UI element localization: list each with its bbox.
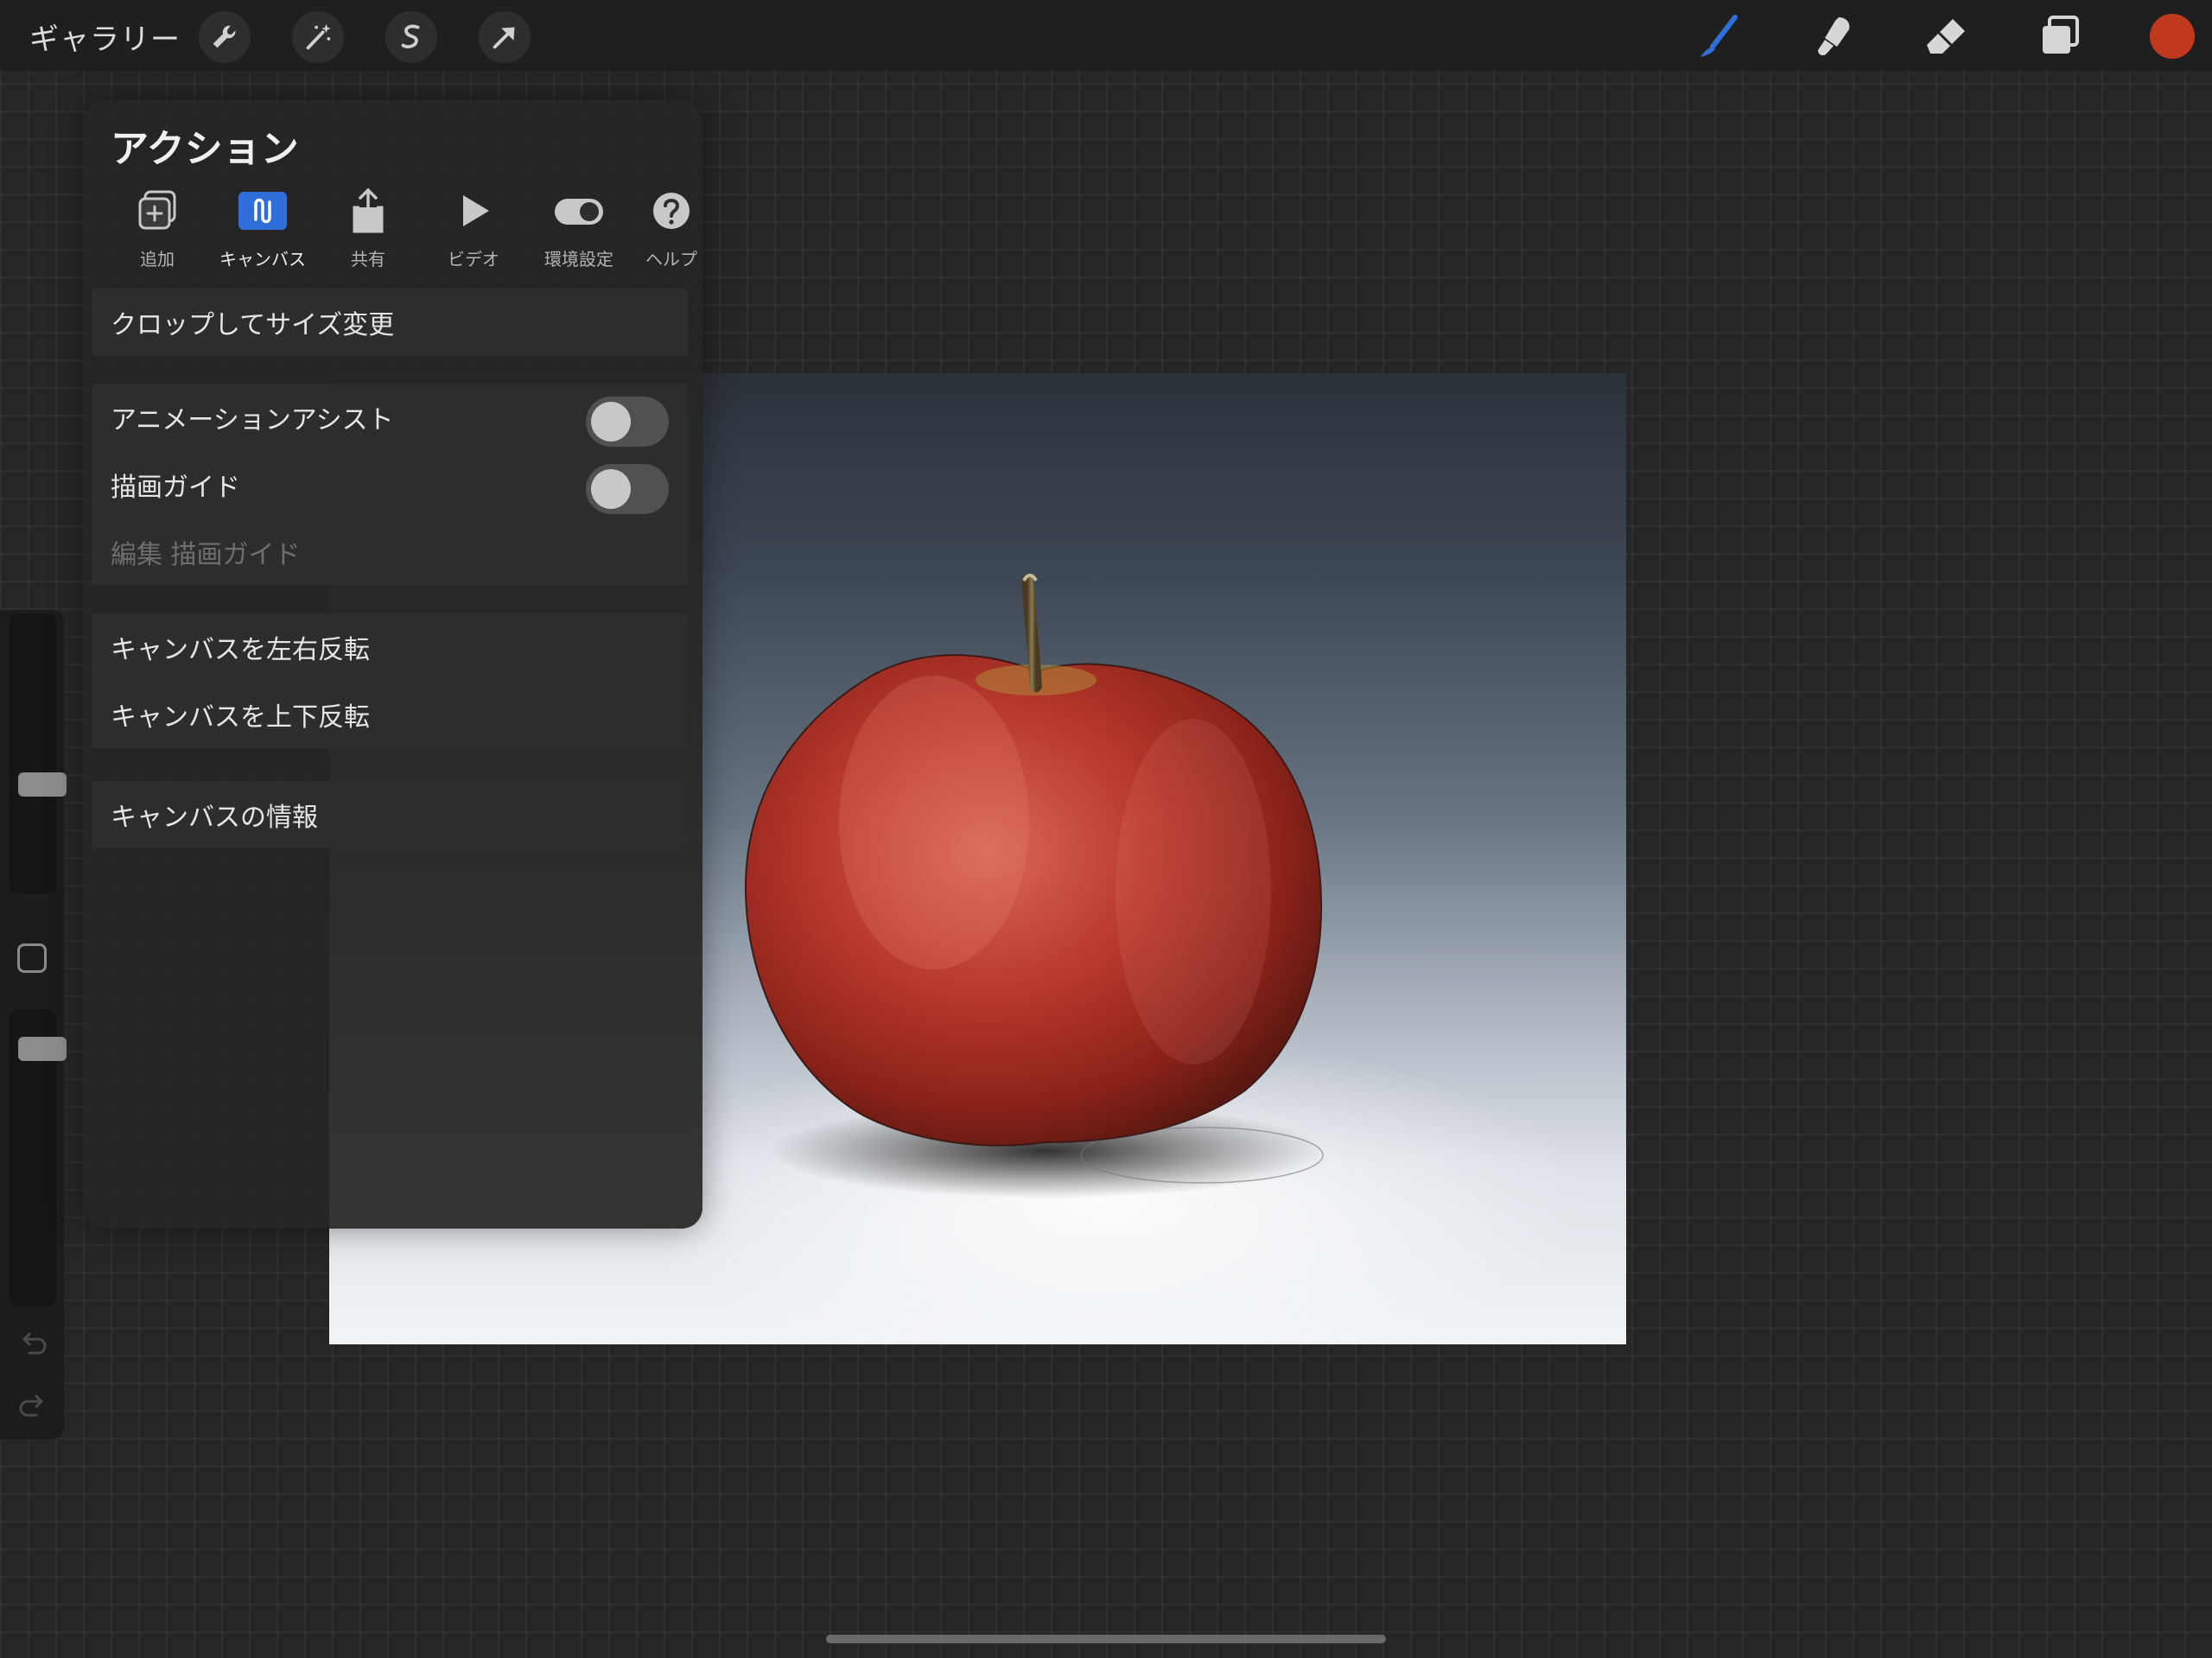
info-group: キャンバスの情報: [92, 781, 688, 848]
flip-vertical-label: キャンバスを上下反転: [111, 702, 370, 733]
add-icon: [138, 190, 176, 230]
tab-share-label: 共有: [351, 249, 385, 270]
canvas-icon: [238, 192, 287, 230]
tab-add-label: 追加: [140, 249, 175, 270]
tab-share[interactable]: 共有: [321, 187, 416, 282]
opacity-slider[interactable]: [10, 1009, 67, 1306]
wrench-icon[interactable]: [199, 11, 251, 63]
animation-assist-toggle[interactable]: [586, 397, 669, 447]
edit-drawing-guide-label: 編集 描画ガイド: [111, 540, 301, 570]
preferences-toggle-icon: [555, 199, 603, 225]
animation-assist-item: アニメーションアシスト: [92, 384, 688, 451]
canvas-info-item[interactable]: キャンバスの情報: [92, 781, 688, 848]
toggle-knob: [591, 402, 631, 441]
tab-canvas[interactable]: キャンバス: [215, 187, 310, 282]
video-play-icon: [463, 195, 489, 226]
brush-icon[interactable]: [1692, 9, 1747, 64]
tab-preferences-label: 環境設定: [544, 249, 613, 270]
flip-group: キャンバスを左右反転 キャンバスを上下反転: [92, 613, 688, 748]
left-sidebar: [0, 610, 67, 1439]
tab-help-label: ヘルプ: [645, 249, 697, 270]
eraser-icon[interactable]: [1918, 9, 1974, 64]
crop-resize-label: クロップしてサイズ変更: [111, 310, 395, 340]
toggle-knob: [591, 469, 631, 509]
edit-drawing-guide-item: 編集 描画ガイド: [92, 518, 688, 586]
tab-help[interactable]: ヘルプ: [637, 187, 706, 282]
drawing-guide-item: 描画ガイド: [92, 451, 688, 518]
share-icon: [353, 187, 384, 233]
top-toolbar: ギャラリー: [0, 0, 2212, 71]
redo-icon[interactable]: [16, 1389, 50, 1424]
home-indicator: [826, 1635, 1386, 1643]
drawing-guide-label: 描画ガイド: [111, 473, 240, 503]
tab-add[interactable]: 追加: [110, 187, 205, 282]
guides-group: アニメーションアシスト 描画ガイド 編集 描画ガイド: [92, 384, 688, 586]
layers-icon[interactable]: [2032, 9, 2088, 64]
undo-icon[interactable]: [16, 1327, 50, 1362]
smudge-icon[interactable]: [1804, 9, 1859, 64]
canvas-info-label: キャンバスの情報: [111, 803, 318, 833]
color-picker-swatch[interactable]: [2150, 14, 2195, 59]
flip-horizontal-label: キャンバスを左右反転: [111, 635, 370, 665]
tab-canvas-label: キャンバス: [219, 249, 306, 270]
transform-arrow-icon[interactable]: [479, 11, 531, 63]
modify-square-button[interactable]: [17, 943, 47, 973]
crop-resize-item[interactable]: クロップしてサイズ変更: [92, 289, 688, 356]
tab-preferences[interactable]: 環境設定: [531, 187, 626, 282]
actions-panel: アクション 追加 キャンバス 共有 ビデオ 環境設定 ヘルプ クロップしてサイズ…: [85, 100, 702, 1229]
tab-video-label: ビデオ: [448, 249, 499, 270]
brush-size-slider-thumb[interactable]: [18, 772, 67, 797]
crop-group: クロップしてサイズ変更: [92, 289, 688, 356]
magic-wand-icon[interactable]: [292, 11, 344, 63]
brush-size-slider[interactable]: [10, 613, 67, 893]
selection-icon[interactable]: [385, 11, 437, 63]
flip-vertical-item[interactable]: キャンバスを上下反転: [92, 681, 688, 748]
opacity-slider-thumb[interactable]: [18, 1037, 67, 1061]
animation-assist-label: アニメーションアシスト: [111, 405, 394, 435]
flip-horizontal-item[interactable]: キャンバスを左右反転: [92, 613, 688, 681]
gallery-button[interactable]: ギャラリー: [29, 16, 181, 58]
tab-video[interactable]: ビデオ: [426, 187, 521, 282]
actions-panel-title: アクション: [111, 127, 299, 171]
help-icon: [653, 193, 690, 229]
drawing-guide-toggle[interactable]: [586, 464, 669, 514]
